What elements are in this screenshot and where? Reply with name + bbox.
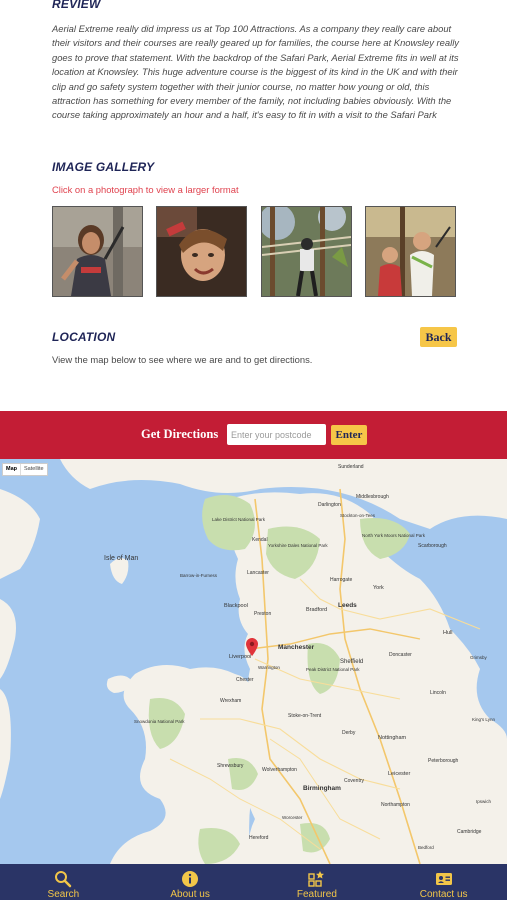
map-label-coventry: Coventry [344, 778, 365, 784]
map-label-wolverhampton: Wolverhampton [262, 767, 297, 773]
directions-bar: Get Directions Enter [0, 411, 507, 459]
map-label-snowdonia: Snowdonia National Park [134, 719, 185, 724]
map-label-grimsby: Grimsby [470, 655, 487, 660]
map-label-lake-district: Lake District National Park [212, 517, 266, 522]
map-label-stockton: Stockton-on-Tees [340, 513, 376, 518]
map-label-bedford: Bedford [418, 845, 434, 850]
contact-card-icon [435, 870, 453, 888]
map-label-warrington: Warrington [258, 665, 280, 670]
map-view[interactable]: Isle of Man Liverpool Manchester Leeds B… [0, 459, 507, 864]
map-label-yorkshire-dales: Yorkshire Dales National Park [268, 543, 328, 548]
map-label-sunderland: Sunderland [338, 464, 364, 470]
location-description: View the map below to see where we are a… [52, 354, 313, 365]
map-label-birmingham: Birmingham [303, 785, 341, 792]
gallery-photo-1[interactable] [52, 206, 143, 297]
nav-about-us-label: About us [170, 889, 210, 900]
gallery-photo-3[interactable] [261, 206, 352, 297]
map-label-york: York [373, 585, 384, 591]
map-label-lancaster: Lancaster [247, 570, 269, 576]
map-label-barrow: Barrow-in-Furness [180, 573, 218, 578]
map-label-hereford: Hereford [249, 835, 269, 841]
map-label-cambridge: Cambridge [457, 829, 482, 835]
info-icon [181, 870, 199, 888]
map-label-manchester: Manchester [278, 644, 315, 651]
map-type-map[interactable]: Map [3, 464, 21, 475]
map-label-sheffield: Sheffield [340, 659, 363, 665]
nav-featured-label: Featured [296, 889, 337, 900]
map-label-doncaster: Doncaster [389, 652, 412, 658]
gallery-photo-4[interactable] [365, 206, 456, 297]
map-label-kendal: Kendal [252, 537, 268, 543]
nav-search[interactable]: Search [0, 864, 127, 900]
review-heading: REVIEW [52, 0, 101, 11]
map-label-ipswich: Ipswich [476, 799, 492, 804]
enter-button[interactable]: Enter [331, 425, 367, 445]
map-label-worcester: Worcester [282, 815, 303, 820]
image-gallery-heading: IMAGE GALLERY [52, 160, 155, 174]
map-type-satellite[interactable]: Satellite [21, 464, 47, 475]
map-label-peterborough: Peterborough [428, 758, 459, 764]
map-label-preston: Preston [254, 611, 271, 617]
map-type-toggle[interactable]: Map Satellite [2, 463, 48, 476]
map-label-nottingham: Nottingham [378, 735, 407, 741]
nav-contact-us[interactable]: Contact us [380, 864, 507, 900]
map-label-hull: Hull [443, 630, 452, 636]
search-icon [54, 870, 72, 888]
map-label-middlesbrough: Middlesbrough [356, 494, 389, 500]
gallery-photo-2-image [157, 207, 246, 296]
nav-contact-us-label: Contact us [419, 889, 468, 900]
gallery-photo-4-image [366, 207, 455, 296]
get-directions-label: Get Directions [141, 427, 219, 441]
map-label-lincoln: Lincoln [430, 690, 446, 696]
gallery-photo-3-image [262, 207, 351, 296]
map-label-bradford: Bradford [306, 607, 327, 613]
map-label-isle-of-man: Isle of Man [104, 555, 138, 562]
review-text: Aerial Extreme really did impress us at … [52, 23, 459, 121]
map-label-blackpool: Blackpool [224, 603, 248, 609]
map-label-peak-district: Peak District National Park [306, 667, 360, 672]
map-canvas: Isle of Man Liverpool Manchester Leeds B… [0, 459, 507, 864]
gallery-hint: Click on a photograph to view a larger f… [52, 184, 239, 195]
map-label-kings-lynn: King's Lynn [472, 717, 495, 722]
map-label-scarborough: Scarborough [418, 543, 447, 549]
location-heading: LOCATION [52, 330, 116, 344]
postcode-input[interactable] [227, 424, 326, 445]
gallery-photo-1-image [53, 207, 142, 296]
map-label-north-york-moors: North York Moors National Park [362, 533, 426, 538]
map-label-wrexham: Wrexham [220, 698, 241, 704]
back-button[interactable]: Back [420, 327, 457, 347]
location-pin-icon[interactable] [246, 638, 258, 656]
map-label-northampton: Northampton [381, 802, 410, 808]
nav-about-us[interactable]: About us [127, 864, 254, 900]
map-label-chester: Chester [236, 677, 254, 683]
bottom-navigation: Search About us Featured Contact us [0, 864, 507, 900]
map-label-derby: Derby [342, 730, 356, 736]
nav-featured[interactable]: Featured [254, 864, 381, 900]
map-label-stoke: Stoke-on-Trent [288, 713, 322, 719]
map-label-leeds: Leeds [338, 602, 357, 609]
map-label-shrewsbury: Shrewsbury [217, 763, 244, 769]
gallery-photo-2[interactable] [156, 206, 247, 297]
featured-icon [308, 870, 326, 888]
map-label-harrogate: Harrogate [330, 577, 352, 583]
nav-search-label: Search [47, 889, 80, 900]
map-label-darlington: Darlington [318, 502, 341, 508]
map-label-leicester: Leicester [388, 771, 410, 777]
